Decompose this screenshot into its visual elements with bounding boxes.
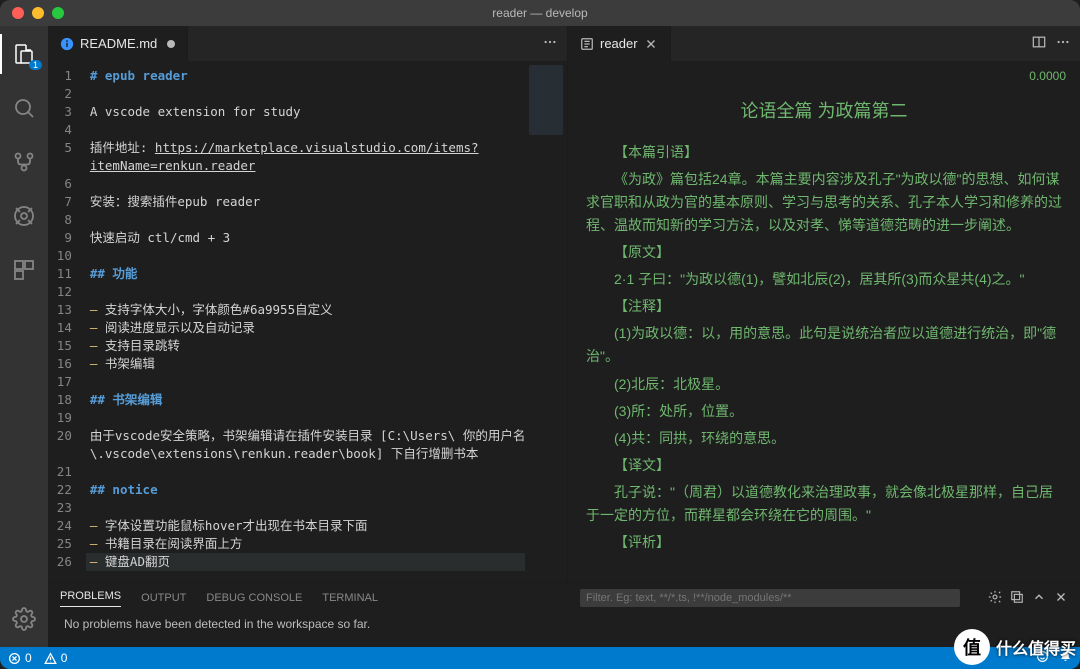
reader-paragraph: 孔子说："（周君）以道德教化来治理政事，就会像北极星那样，自己居于一定的方位，而… — [586, 481, 1062, 527]
reader-paragraph: 【评析】 — [586, 531, 1062, 554]
split-editor-icon[interactable] — [1032, 35, 1046, 52]
editor-area: README.md 123456789101112131415161718192… — [48, 26, 1080, 647]
tab-reader[interactable]: reader — [568, 26, 671, 61]
minimap[interactable] — [525, 61, 567, 582]
reader-paragraph: 【译文】 — [586, 454, 1062, 477]
status-warnings[interactable]: 0 — [44, 651, 68, 665]
explorer-icon[interactable]: 1 — [0, 34, 48, 74]
reader-paragraph: 【本篇引语】 — [586, 141, 1062, 164]
tab-label: reader — [600, 36, 638, 51]
tab-actions-right — [1022, 26, 1080, 61]
reader-paragraph: (2)北辰：北极星。 — [586, 373, 1062, 396]
reader-paragraph: 【原文】 — [586, 241, 1062, 264]
tab-readme[interactable]: README.md — [48, 26, 188, 61]
status-errors[interactable]: 0 — [8, 651, 32, 665]
reader-paragraph: 《为政》篇包括24章。本篇主要内容涉及孔子"为政以德"的思想、如何谋求官职和从政… — [586, 168, 1062, 237]
reader-paragraph: (4)共：同拱，环绕的意思。 — [586, 427, 1062, 450]
collapse-all-icon[interactable] — [1010, 590, 1024, 607]
debug-icon[interactable] — [0, 196, 48, 236]
chapter-title: 论语全篇 为政篇第二 — [586, 97, 1062, 127]
editor-group-right: reader 0.0000 论语全篇 为政篇第二 【本篇引语】《为政》篇包括24… — [568, 26, 1080, 582]
preview-icon — [580, 37, 594, 51]
zoom-window[interactable] — [52, 7, 64, 19]
reader-paragraph: 【注释】 — [586, 295, 1062, 318]
reader-body: 【本篇引语】《为政》篇包括24章。本篇主要内容涉及孔子"为政以德"的思想、如何谋… — [586, 141, 1062, 555]
reader-paragraph: 2·1 子曰："为政以德(1)，譬如北辰(2)，居其所(3)而众星共(4)之。" — [586, 268, 1062, 291]
close-panel-icon[interactable] — [1054, 590, 1068, 607]
info-icon — [60, 37, 74, 51]
brand-icon: 值 — [954, 629, 990, 665]
tabs-right: reader — [568, 26, 1080, 61]
source-control-icon[interactable] — [0, 142, 48, 182]
search-icon[interactable] — [0, 88, 48, 128]
bottom-panel: PROBLEMS OUTPUT DEBUG CONSOLE TERMINAL N… — [48, 582, 1080, 647]
reader-view[interactable]: 0.0000 论语全篇 为政篇第二 【本篇引语】《为政》篇包括24章。本篇主要内… — [568, 61, 1080, 582]
panel-tab-terminal[interactable]: TERMINAL — [322, 592, 378, 604]
window-controls — [0, 7, 64, 19]
panel-tab-output[interactable]: OUTPUT — [141, 592, 186, 604]
panel-tab-problems[interactable]: PROBLEMS — [60, 590, 121, 607]
markdown-editor[interactable]: 1234567891011121314151617181920212223242… — [48, 61, 567, 582]
workbench: 1 README.md — [0, 26, 1080, 647]
status-bar: 0 0 — [0, 647, 1080, 669]
filter-settings-icon[interactable] — [988, 590, 1002, 607]
reader-paragraph: (3)所：处所，位置。 — [586, 400, 1062, 423]
tab-label: README.md — [80, 36, 157, 51]
panel-tabs: PROBLEMS OUTPUT DEBUG CONSOLE TERMINAL — [48, 583, 1080, 613]
brand-text: 什么值得买 — [996, 635, 1076, 659]
vscode-window: reader — develop 1 README. — [0, 0, 1080, 669]
explorer-badge: 1 — [29, 60, 42, 70]
dirty-dot-icon — [167, 40, 175, 48]
problems-message: No problems have been detected in the wo… — [48, 613, 1080, 647]
tabs-left: README.md — [48, 26, 567, 61]
panel-tab-debug-console[interactable]: DEBUG CONSOLE — [206, 592, 302, 604]
extensions-icon[interactable] — [0, 250, 48, 290]
settings-gear-icon[interactable] — [0, 599, 48, 639]
editor-group-left: README.md 123456789101112131415161718192… — [48, 26, 568, 582]
close-window[interactable] — [12, 7, 24, 19]
close-icon[interactable] — [644, 37, 658, 51]
window-title: reader — develop — [0, 6, 1080, 20]
minimize-window[interactable] — [32, 7, 44, 19]
reading-progress: 0.0000 — [1029, 67, 1066, 87]
watermark: 值 什么值得买 — [954, 629, 1076, 665]
problems-filter-input[interactable] — [580, 589, 960, 607]
editor-groups: README.md 123456789101112131415161718192… — [48, 26, 1080, 582]
titlebar: reader — develop — [0, 0, 1080, 26]
reader-paragraph: (1)为政以德：以，用的意思。此句是说统治者应以道德进行统治，即"德治"。 — [586, 322, 1062, 368]
chevron-up-icon[interactable] — [1032, 590, 1046, 607]
activity-bar: 1 — [0, 26, 48, 647]
tab-actions-left — [533, 26, 567, 61]
line-numbers: 1234567891011121314151617181920212223242… — [48, 61, 86, 582]
code-content[interactable]: # epub readerA vscode extension for stud… — [86, 61, 525, 582]
more-icon[interactable] — [543, 35, 557, 52]
more-icon[interactable] — [1056, 35, 1070, 52]
